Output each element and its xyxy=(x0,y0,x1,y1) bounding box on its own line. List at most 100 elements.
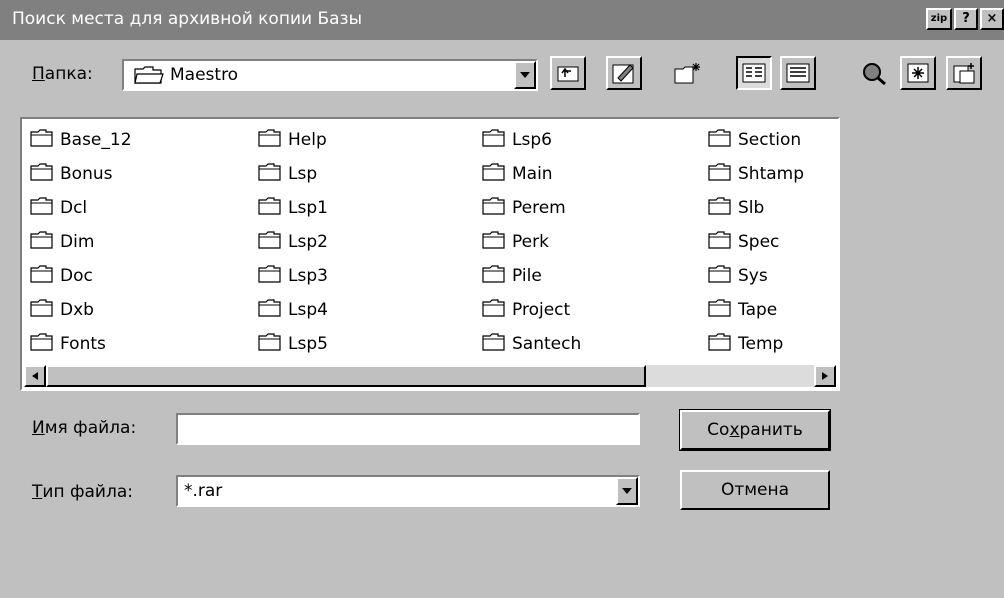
open-folder-icon xyxy=(134,65,164,90)
folder-item[interactable]: Base_12 xyxy=(30,123,132,157)
folder-label: Doc xyxy=(60,266,93,286)
zip-button[interactable]: zip xyxy=(926,8,952,30)
arrow-right-icon xyxy=(822,372,828,380)
new-folder-icon xyxy=(674,63,700,84)
filename-label: Имя файла: xyxy=(32,418,137,438)
details-view-button[interactable] xyxy=(780,56,816,90)
folder-icon xyxy=(30,230,60,254)
folder-label: Slb xyxy=(738,198,765,218)
folder-label: Pile xyxy=(512,266,542,286)
chevron-down-icon xyxy=(520,72,530,78)
file-list[interactable]: Base_12 Bonus Dcl Dim Doc Dxb Fonts Help Lsp Lsp… xyxy=(20,117,840,391)
folder-item[interactable]: Tape xyxy=(708,293,804,327)
list-view-icon xyxy=(742,63,766,83)
folder-label: Shtamp xyxy=(738,164,804,184)
folder-item[interactable]: Help xyxy=(258,123,328,157)
add-folder-icon xyxy=(953,63,975,84)
folder-item[interactable]: Santech xyxy=(482,327,581,361)
folder-label: Project xyxy=(512,300,571,320)
folder-item[interactable]: Lsp4 xyxy=(258,293,328,327)
search-button[interactable] xyxy=(856,56,892,90)
folder-item[interactable]: Perk xyxy=(482,225,581,259)
folder-label: Temp xyxy=(738,334,784,354)
add-folder-button[interactable] xyxy=(946,56,982,90)
file-column: Section Shtamp Slb Spec Sys Tape Temp xyxy=(708,123,804,361)
cancel-button[interactable]: Отмена xyxy=(680,470,830,510)
new-folder-button[interactable] xyxy=(670,56,706,90)
lookin-label: Папка: xyxy=(32,64,93,84)
folder-icon xyxy=(30,196,60,220)
folder-item[interactable]: Lsp1 xyxy=(258,191,328,225)
folder-item[interactable]: Main xyxy=(482,157,581,191)
edit-button[interactable] xyxy=(606,56,642,90)
folder-item[interactable]: Slb xyxy=(708,191,804,225)
folder-item[interactable]: Doc xyxy=(30,259,132,293)
filetype-label: Тип файла: xyxy=(32,482,133,502)
folder-item[interactable]: Project xyxy=(482,293,581,327)
folder-label: Perem xyxy=(512,198,566,218)
up-folder-button[interactable] xyxy=(550,56,586,90)
scroll-right-button[interactable] xyxy=(814,365,836,387)
folder-item[interactable]: Lsp3 xyxy=(258,259,328,293)
folder-item[interactable]: Lsp2 xyxy=(258,225,328,259)
folder-item[interactable]: Sys xyxy=(708,259,804,293)
folder-icon xyxy=(258,162,288,186)
folder-item[interactable]: Perem xyxy=(482,191,581,225)
folder-label: Fonts xyxy=(60,334,106,354)
folder-item[interactable]: Pile xyxy=(482,259,581,293)
horizontal-scrollbar[interactable] xyxy=(24,365,836,387)
folder-icon xyxy=(258,332,288,356)
close-button[interactable]: × xyxy=(980,8,1004,30)
folder-icon xyxy=(30,128,60,152)
folder-label: Santech xyxy=(512,334,582,354)
folder-item[interactable]: Dim xyxy=(30,225,132,259)
folder-label: Lsp5 xyxy=(288,334,328,354)
edit-icon xyxy=(612,64,634,84)
folder-icon xyxy=(258,196,288,220)
filetype-select[interactable]: *.rar xyxy=(176,475,640,507)
folder-label: Help xyxy=(288,130,327,150)
folder-icon xyxy=(482,196,512,220)
folder-item[interactable]: Spec xyxy=(708,225,804,259)
folder-item[interactable]: Lsp xyxy=(258,157,328,191)
filename-input[interactable] xyxy=(176,413,640,445)
folder-icon xyxy=(30,298,60,322)
folder-item[interactable]: Bonus xyxy=(30,157,132,191)
favorites-button[interactable] xyxy=(900,56,936,90)
folder-label: Spec xyxy=(738,232,780,252)
folder-icon xyxy=(30,162,60,186)
lookin-dropdown-button[interactable] xyxy=(514,61,536,89)
folder-icon xyxy=(258,230,288,254)
folder-label: Main xyxy=(512,164,553,184)
folder-label: Base_12 xyxy=(60,130,132,150)
star-icon xyxy=(907,63,929,83)
folder-item[interactable]: Lsp6 xyxy=(482,123,581,157)
file-column: Help Lsp Lsp1 Lsp2 Lsp3 Lsp4 Lsp5 xyxy=(258,123,328,361)
folder-item[interactable]: Temp xyxy=(708,327,804,361)
folder-label: Dim xyxy=(60,232,95,252)
help-button[interactable]: ? xyxy=(954,8,978,30)
chevron-down-icon xyxy=(622,488,632,494)
list-view-button[interactable] xyxy=(736,56,772,90)
up-folder-icon xyxy=(557,66,579,82)
folder-item[interactable]: Dxb xyxy=(30,293,132,327)
folder-icon xyxy=(482,162,512,186)
search-icon xyxy=(863,63,886,85)
lookin-value: Maestro xyxy=(170,65,239,85)
folder-item[interactable]: Section xyxy=(708,123,804,157)
folder-icon xyxy=(708,264,738,288)
folder-icon xyxy=(258,264,288,288)
save-button[interactable]: Со х ранить xyxy=(679,409,831,451)
scroll-thumb[interactable] xyxy=(46,365,646,387)
filetype-dropdown-button[interactable] xyxy=(616,477,638,505)
folder-icon xyxy=(708,298,738,322)
folder-icon xyxy=(482,128,512,152)
folder-item[interactable]: Dcl xyxy=(30,191,132,225)
folder-item[interactable]: Shtamp xyxy=(708,157,804,191)
folder-item[interactable]: Fonts xyxy=(30,327,132,361)
folder-icon xyxy=(708,162,738,186)
folder-item[interactable]: Lsp5 xyxy=(258,327,328,361)
scroll-left-button[interactable] xyxy=(24,365,46,387)
folder-label: Perk xyxy=(512,232,549,252)
lookin-combo[interactable]: Maestro xyxy=(122,59,538,91)
